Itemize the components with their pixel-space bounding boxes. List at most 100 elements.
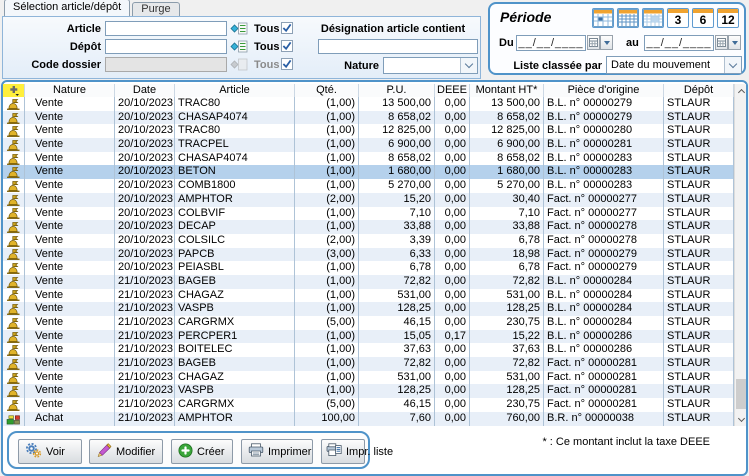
cell-nature: Vente [25, 384, 115, 398]
table-row[interactable]: Vente20/10/2023COMB1800(1,00)5 270,000,0… [3, 179, 734, 193]
table-row[interactable]: Vente20/10/2023TRAC80(1,00)13 500,000,00… [3, 97, 734, 111]
table-row[interactable]: Vente20/10/2023BETON(1,00)1 680,000,001 … [3, 165, 734, 179]
table-row[interactable]: Vente21/10/2023BAGEB(1,00)72,820,0072,82… [3, 275, 734, 289]
cell-depot: STLAUR [664, 97, 734, 111]
cell-article: TRAC80 [175, 97, 295, 111]
cell-deee: 0,00 [435, 248, 470, 262]
table-row[interactable]: Vente21/10/2023CHAGAZ(1,00)531,000,00531… [3, 371, 734, 385]
cell-piece: Fact. n° 00000277 [544, 207, 664, 221]
table-row[interactable]: Vente20/10/2023CHASAP4074(1,00)8 658,020… [3, 152, 734, 166]
cell-depot: STLAUR [664, 343, 734, 357]
cell-article: TRACPEL [175, 138, 295, 152]
impr-liste-button[interactable]: Impr. liste [321, 439, 365, 464]
cell-qty: (3,00) [295, 248, 359, 262]
table-row[interactable]: Vente21/10/2023VASPB(1,00)128,250,00128,… [3, 302, 734, 316]
table-row[interactable]: Vente21/10/2023CARGRMX(5,00)46,150,00230… [3, 316, 734, 330]
scroll-up-icon[interactable] [735, 84, 747, 97]
table-row[interactable]: Vente20/10/2023DECAP(1,00)33,880,0033,88… [3, 220, 734, 234]
code-dossier-tous-checkbox[interactable] [281, 58, 293, 70]
column-header-pu[interactable]: P.U. [359, 84, 435, 97]
vente-movement-icon [3, 357, 25, 371]
cell-deee: 0,00 [435, 357, 470, 371]
tab-purge[interactable]: Purge [132, 2, 179, 16]
calendar-year-button[interactable] [642, 8, 664, 28]
column-header-depot[interactable]: Dépôt [664, 84, 734, 97]
table-row[interactable]: Vente21/10/2023PERCPER1(1,00)15,050,1715… [3, 330, 734, 344]
calendar-day-button[interactable] [592, 8, 614, 28]
vente-movement-icon [3, 97, 25, 111]
table-row[interactable]: Vente20/10/2023PAPCB(3,00)6,330,0018,98F… [3, 248, 734, 262]
article-tous-checkbox[interactable] [281, 22, 293, 34]
scroll-down-icon[interactable] [735, 413, 747, 426]
column-header-piece[interactable]: Pièce d'origine [544, 84, 664, 97]
table-row[interactable]: Vente21/10/2023VASPB(1,00)128,250,00128,… [3, 384, 734, 398]
table-row[interactable]: Vente20/10/2023TRAC80(1,00)12 825,000,00… [3, 124, 734, 138]
table-row[interactable]: Vente21/10/2023CHAGAZ(1,00)531,000,00531… [3, 289, 734, 303]
cell-piece: B.L. n° 00000281 [544, 138, 664, 152]
cell-date: 20/10/2023 [115, 248, 175, 262]
periode-title: Période [500, 9, 551, 25]
date-to-input[interactable]: __/__/____ [644, 35, 714, 51]
date-from-input[interactable]: __/__/____ [516, 35, 586, 51]
cell-date: 20/10/2023 [115, 152, 175, 166]
cell-depot: STLAUR [664, 220, 734, 234]
date-from-dropdown-icon[interactable] [600, 35, 613, 50]
table-row[interactable]: Vente21/10/2023BAGEB(1,00)72,820,0072,82… [3, 357, 734, 371]
cell-date: 21/10/2023 [115, 316, 175, 330]
designation-input[interactable] [318, 39, 478, 54]
code-dossier-list-picker-icon [230, 58, 248, 71]
period-12-months-button[interactable]: 12 [717, 8, 739, 28]
scrollbar-thumb[interactable] [736, 379, 746, 409]
table-row[interactable]: Vente20/10/2023COLSILC(2,00)3,390,006,78… [3, 234, 734, 248]
table-row[interactable]: Vente21/10/2023CARGRMX(5,00)46,150,00230… [3, 398, 734, 412]
cell-piece: B.L. n° 00000283 [544, 165, 664, 179]
column-header-qty[interactable]: Qté. [295, 84, 359, 97]
table-row[interactable]: Vente20/10/2023CHASAP4074(1,00)8 658,020… [3, 111, 734, 125]
nature-select[interactable] [383, 57, 478, 74]
cell-pu: 72,82 [359, 357, 435, 371]
chevron-down-icon[interactable] [724, 57, 741, 73]
vente-movement-icon [3, 220, 25, 234]
creer-button[interactable]: Créer [171, 439, 233, 464]
table-row[interactable]: Vente20/10/2023COLBVIF(1,00)7,100,007,10… [3, 207, 734, 221]
voir-button[interactable]: Voir [18, 439, 82, 464]
vertical-scrollbar[interactable] [734, 84, 746, 426]
cell-piece: B.R. n° 00000038 [544, 412, 664, 426]
cell-montant: 5 270,00 [470, 179, 544, 193]
article-input[interactable] [105, 21, 227, 36]
depot-list-picker-icon[interactable] [230, 40, 248, 53]
table-row[interactable]: Achat21/10/2023AMPHTOR100,007,600,00760,… [3, 412, 734, 426]
sort-select[interactable]: Date du mouvement [606, 56, 742, 74]
table-row[interactable]: Vente20/10/2023PEIASBL(1,00)6,780,006,78… [3, 261, 734, 275]
vente-movement-icon [3, 124, 25, 138]
tab-selection-article-depot[interactable]: Sélection article/dépôt [4, 0, 130, 16]
cell-date: 21/10/2023 [115, 412, 175, 426]
article-list-picker-icon[interactable] [230, 22, 248, 35]
chevron-down-icon[interactable] [460, 58, 477, 73]
date-to-calendar-icon[interactable] [715, 35, 728, 50]
column-header-montant[interactable]: Montant HT* [470, 84, 544, 97]
column-header-nature[interactable]: Nature [25, 84, 115, 97]
period-6-months-button[interactable]: 6 [692, 8, 714, 28]
periode-quick-buttons: 3 6 12 [592, 8, 739, 28]
add-column-icon[interactable] [3, 84, 25, 97]
table-row[interactable]: Vente21/10/2023BOITELEC(1,00)37,630,0037… [3, 343, 734, 357]
cell-qty: (2,00) [295, 234, 359, 248]
imprimer-button[interactable]: Imprimer [241, 439, 313, 464]
date-to-dropdown-icon[interactable] [728, 35, 741, 50]
calendar-month-button[interactable] [617, 8, 639, 28]
depot-tous-checkbox[interactable] [281, 40, 293, 52]
column-header-deee[interactable]: DEEE [435, 84, 470, 97]
cell-article: AMPHTOR [175, 193, 295, 207]
depot-input[interactable] [105, 39, 227, 54]
cell-qty: (1,00) [295, 330, 359, 344]
modifier-button[interactable]: Modifier [89, 439, 163, 464]
cell-piece: Fact. n° 00000279 [544, 261, 664, 275]
column-header-date[interactable]: Date [115, 84, 175, 97]
table-row[interactable]: Vente20/10/2023TRACPEL(1,00)6 900,000,00… [3, 138, 734, 152]
table-row[interactable]: Vente20/10/2023AMPHTOR(2,00)15,200,0030,… [3, 193, 734, 207]
date-from-calendar-icon[interactable] [587, 35, 600, 50]
movements-table-header: NatureDateArticleQté.P.U.DEEEMontant HT*… [3, 84, 734, 98]
column-header-article[interactable]: Article [175, 84, 295, 97]
period-3-months-button[interactable]: 3 [667, 8, 689, 28]
